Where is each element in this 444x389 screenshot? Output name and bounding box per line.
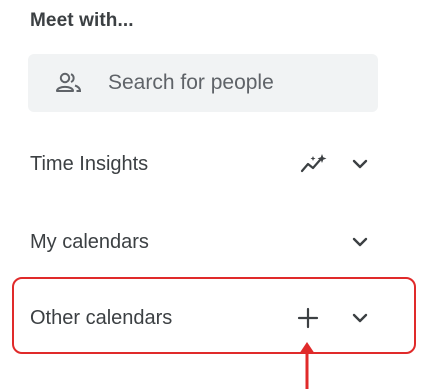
chevron-down-icon[interactable]: [344, 226, 376, 258]
search-people-input[interactable]: Search for people: [28, 54, 378, 112]
meet-with-heading: Meet with...: [30, 10, 134, 31]
calendar-sidebar-panel: Meet with... Search for people Time Insi…: [0, 0, 444, 389]
chevron-down-icon[interactable]: [344, 148, 376, 180]
search-placeholder: Search for people: [108, 71, 274, 94]
time-insights-label: Time Insights: [30, 152, 149, 175]
people-icon: [54, 70, 84, 96]
annotation-arrow-icon: [299, 342, 315, 389]
insights-sparkle-icon[interactable]: [298, 148, 330, 180]
my-calendars-row[interactable]: My calendars: [30, 222, 380, 262]
my-calendars-label: My calendars: [30, 230, 149, 253]
time-insights-row[interactable]: Time Insights: [30, 144, 380, 184]
annotation-highlight-box: [12, 277, 416, 354]
